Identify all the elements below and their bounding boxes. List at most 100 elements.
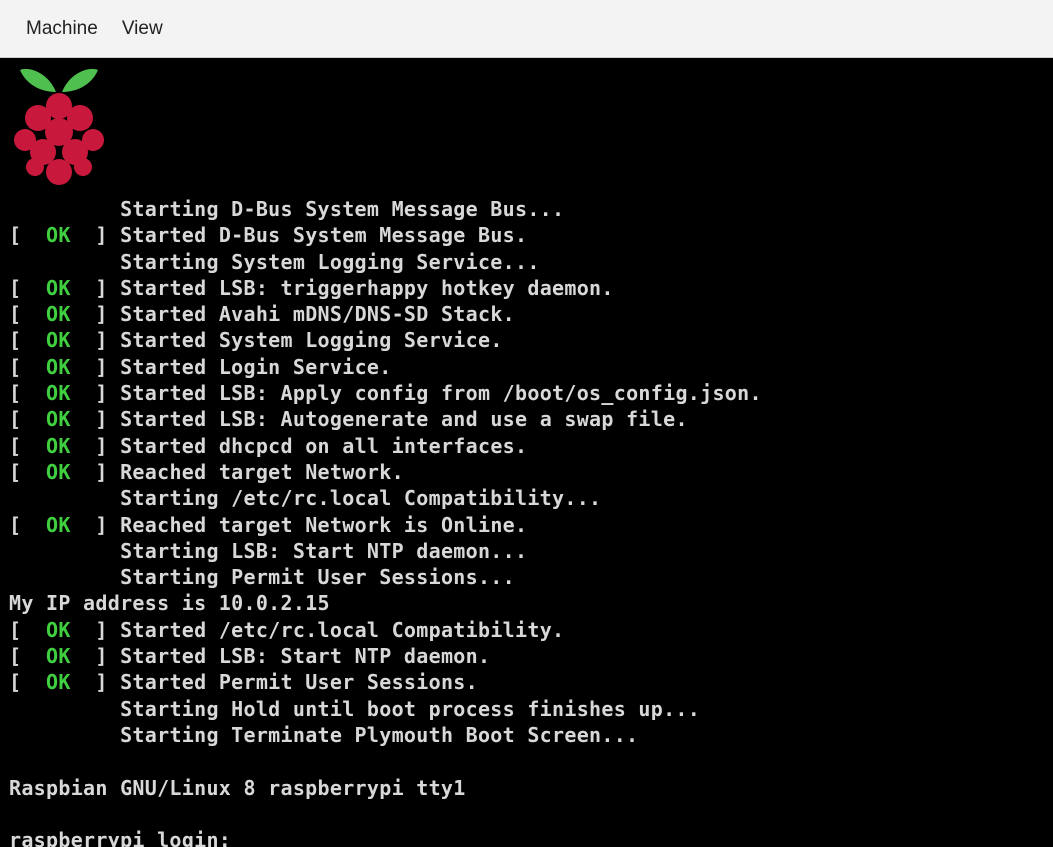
status-ok: OK [46, 433, 71, 458]
boot-line-ok: [ OK ] Started Permit User Sessions. [9, 669, 762, 695]
boot-line-ok: [ OK ] Started Login Service. [9, 354, 762, 380]
boot-line-ok: [ OK ] Started System Logging Service. [9, 327, 762, 353]
console-line: My IP address is 10.0.2.15 [9, 590, 762, 616]
status-bracket-close: ] [70, 459, 121, 484]
boot-line-text: Started LSB: Autogenerate and use a swap… [120, 407, 688, 432]
status-bracket-open: [ [9, 275, 47, 300]
boot-line-starting: Starting D-Bus System Message Bus... [9, 196, 762, 222]
boot-line-text: Starting D-Bus System Message Bus... [120, 197, 565, 221]
status-bracket-close: ] [70, 433, 121, 458]
boot-line-starting: Starting /etc/rc.local Compatibility... [9, 485, 762, 511]
status-ok: OK [46, 302, 71, 327]
status-bracket-close: ] [70, 512, 121, 537]
status-bracket-open: [ [9, 433, 47, 458]
login-prompt: raspberrypi login: [9, 827, 762, 847]
boot-line-text: Starting Permit User Sessions... [120, 565, 515, 590]
boot-line-ok: [ OK ] Started D-Bus System Message Bus. [9, 222, 762, 248]
status-ok: OK [46, 459, 71, 484]
console-line-text: My IP address is 10.0.2.15 [9, 591, 330, 616]
status-bracket-close: ] [70, 644, 121, 669]
status-ok: OK [46, 407, 71, 432]
menu-bar: Machine View [0, 0, 1053, 58]
status-bracket-close: ] [70, 275, 121, 300]
boot-line-starting: Starting System Logging Service... [9, 249, 762, 275]
status-bracket-close: ] [70, 302, 121, 327]
status-ok: OK [46, 223, 71, 248]
boot-line-text: Starting Terminate Plymouth Boot Screen.… [120, 722, 639, 747]
boot-line-ok: [ OK ] Started LSB: Apply config from /b… [9, 380, 762, 406]
status-bracket-open: [ [9, 302, 47, 327]
status-ok: OK [46, 354, 71, 379]
boot-line-ok: [ OK ] Started LSB: triggerhappy hotkey … [9, 275, 762, 301]
console-line-text: raspberrypi login: [9, 828, 244, 847]
boot-line-ok: [ OK ] Started LSB: Autogenerate and use… [9, 406, 762, 432]
console-line: Raspbian GNU/Linux 8 raspberrypi tty1 [9, 775, 762, 801]
boot-line-ok: [ OK ] Started LSB: Start NTP daemon. [9, 643, 762, 669]
status-ok: OK [46, 381, 71, 406]
raspberry-pi-logo-icon [14, 68, 104, 185]
boot-line-text: Started D-Bus System Message Bus. [120, 223, 528, 248]
boot-line-text: Started LSB: Start NTP daemon. [120, 644, 491, 669]
status-bracket-open: [ [9, 644, 47, 669]
boot-line-text: Started Login Service. [120, 354, 392, 379]
boot-line-text: Reached target Network is Online. [120, 512, 528, 537]
status-bracket-open: [ [9, 512, 47, 537]
boot-line-text: Started dhcpcd on all interfaces. [120, 433, 528, 458]
status-bracket-close: ] [70, 223, 121, 248]
boot-line-starting: Starting Hold until boot process finishe… [9, 696, 762, 722]
status-bracket-open: [ [9, 223, 47, 248]
status-bracket-open: [ [9, 354, 47, 379]
boot-line-text: Started LSB: Apply config from /boot/os_… [120, 381, 762, 406]
status-bracket-open: [ [9, 617, 47, 642]
boot-log: Starting D-Bus System Message Bus...[ OK… [9, 196, 762, 847]
boot-line-text: Started /etc/rc.local Compatibility. [120, 617, 565, 642]
status-ok: OK [46, 670, 71, 695]
boot-line-text: Starting LSB: Start NTP daemon... [120, 538, 528, 563]
status-ok: OK [46, 328, 71, 353]
status-ok: OK [46, 275, 71, 300]
status-bracket-close: ] [70, 328, 121, 353]
status-bracket-close: ] [70, 354, 121, 379]
status-bracket-close: ] [70, 407, 121, 432]
status-bracket-open: [ [9, 407, 47, 432]
boot-line-text: Starting Hold until boot process finishe… [120, 696, 701, 721]
status-bracket-open: [ [9, 328, 47, 353]
boot-line-text: Starting System Logging Service... [120, 249, 540, 274]
menu-view[interactable]: View [110, 18, 175, 40]
console-line-text: Raspbian GNU/Linux 8 raspberrypi tty1 [9, 775, 466, 800]
status-bracket-close: ] [70, 670, 121, 695]
boot-line-starting: Starting Permit User Sessions... [9, 564, 762, 590]
status-bracket-close: ] [70, 381, 121, 406]
boot-line-starting: Starting Terminate Plymouth Boot Screen.… [9, 722, 762, 748]
boot-line-ok: [ OK ] Reached target Network. [9, 459, 762, 485]
menu-machine[interactable]: Machine [14, 18, 110, 40]
boot-line-starting: Starting LSB: Start NTP daemon... [9, 538, 762, 564]
status-ok: OK [46, 512, 71, 537]
status-bracket-open: [ [9, 670, 47, 695]
boot-line-ok: [ OK ] Reached target Network is Online. [9, 512, 762, 538]
boot-line-ok: [ OK ] Started /etc/rc.local Compatibili… [9, 617, 762, 643]
status-bracket-open: [ [9, 459, 47, 484]
boot-line-ok: [ OK ] Started dhcpcd on all interfaces. [9, 433, 762, 459]
boot-line-text: Starting /etc/rc.local Compatibility... [120, 486, 602, 511]
status-bracket-open: [ [9, 381, 47, 406]
boot-line-text: Started LSB: triggerhappy hotkey daemon. [120, 275, 614, 300]
boot-line-text: Reached target Network. [120, 459, 404, 484]
boot-line-text: Started System Logging Service. [120, 328, 503, 353]
boot-line-text: Started Permit User Sessions. [120, 670, 478, 695]
status-ok: OK [46, 644, 71, 669]
vm-console-screen[interactable]: Starting D-Bus System Message Bus...[ OK… [0, 58, 1053, 847]
boot-line-ok: [ OK ] Started Avahi mDNS/DNS-SD Stack. [9, 301, 762, 327]
boot-line-text: Started Avahi mDNS/DNS-SD Stack. [120, 302, 516, 327]
status-ok: OK [46, 617, 71, 642]
status-bracket-close: ] [70, 617, 121, 642]
